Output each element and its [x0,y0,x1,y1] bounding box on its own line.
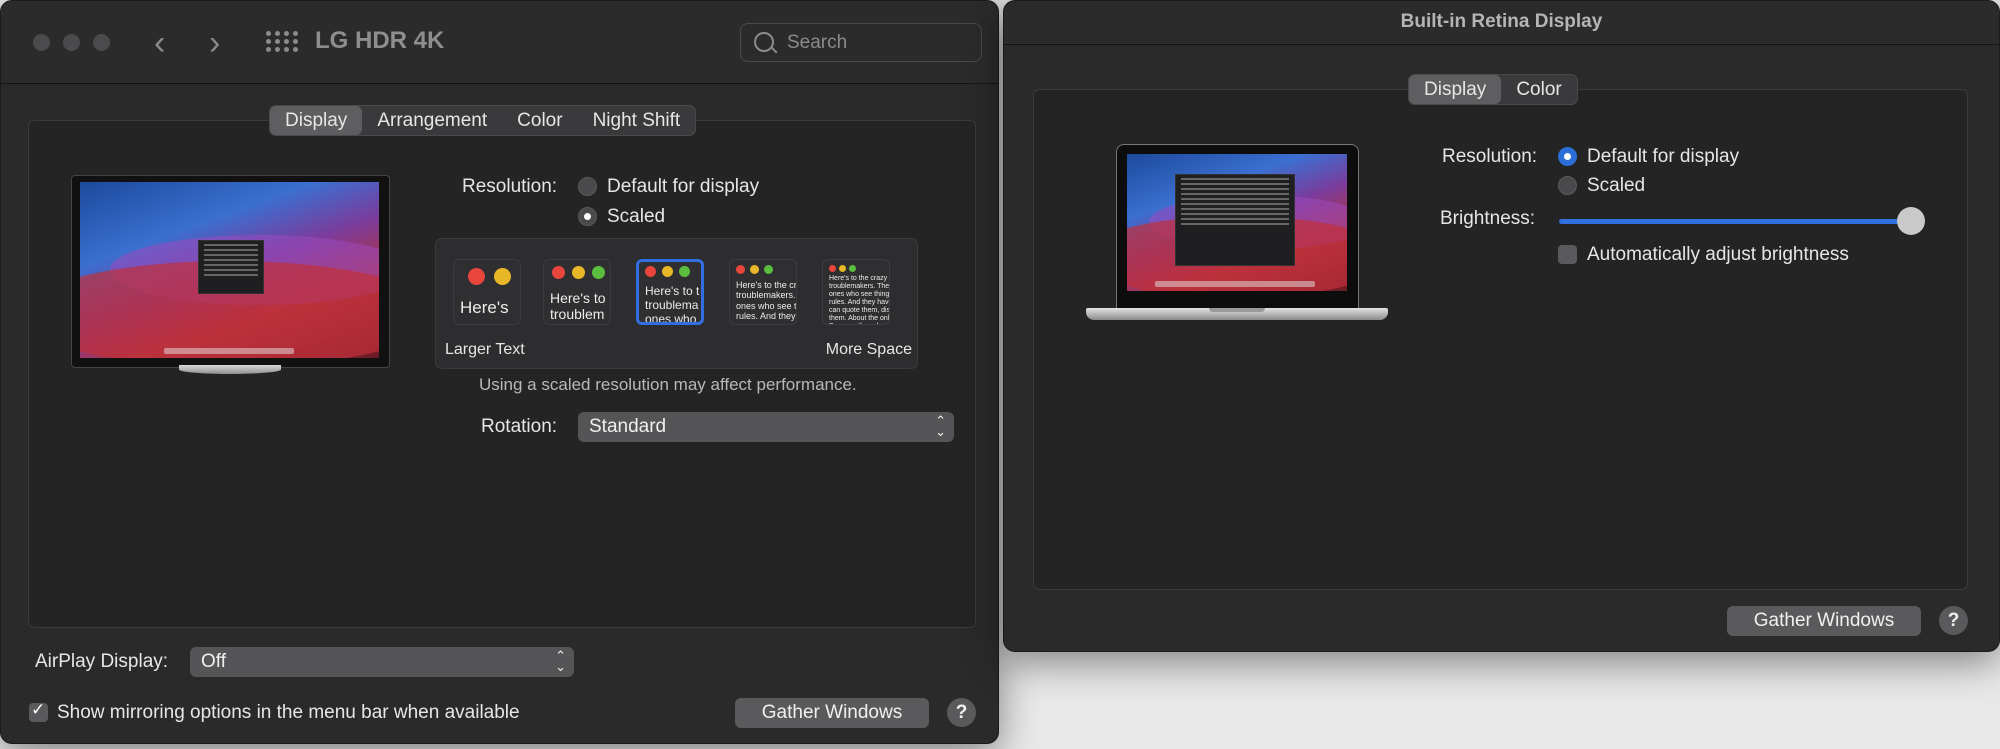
brightness-label: Brightness: [1440,208,1536,229]
radio-default-for-display[interactable] [578,177,597,196]
help-button[interactable]: ? [947,698,976,727]
window-title: Built-in Retina Display [1400,11,1603,32]
brightness-slider-knob[interactable] [1897,207,1925,235]
toolbar: ‹ › LG HDR 4K Search [1,1,998,84]
radio-scaled[interactable] [1558,176,1577,195]
radio-default-label: Default for display [1587,146,1740,167]
resolution-label: Resolution: [462,176,558,197]
back-icon[interactable]: ‹ [154,23,165,63]
lg-display-window: ‹ › LG HDR 4K Search Display Arrangement… [0,0,999,744]
airplay-value: Off [201,651,226,672]
tab-display[interactable]: Display [1409,75,1502,104]
airplay-select[interactable]: Off ⌃ ⌄ [190,647,574,677]
title-bar: Built-in Retina Display [1004,1,1999,45]
help-button[interactable]: ? [1939,606,1968,635]
scale-thumb-text: Here's to the cr troublemakers. ones who… [736,280,797,322]
resolution-label: Resolution: [1442,146,1538,167]
search-placeholder: Search [787,32,848,53]
scale-thumb-text: Here's [460,298,509,317]
tab-bar: Display Color [1408,74,1578,105]
rotation-value: Standard [589,416,667,437]
search-field[interactable]: Search [740,23,982,62]
radio-scaled[interactable] [578,207,597,226]
show-all-grid-icon[interactable] [266,31,298,53]
scale-option-1[interactable]: Here's [453,259,521,325]
scale-thumb-text: Here's to the crazy one troublemakers. T… [829,275,890,324]
close-button[interactable] [33,34,50,51]
gather-windows-button[interactable]: Gather Windows [735,698,929,728]
scale-option-2[interactable]: Here's to troublem [543,259,611,325]
builtin-display-window: Built-in Retina Display Display Color Re… [1003,0,2000,652]
radio-default-label: Default for display [607,176,760,197]
radio-scaled-label: Scaled [607,206,666,227]
tab-arrangement[interactable]: Arrangement [362,106,502,135]
tab-bar: Display Arrangement Color Night Shift [269,105,697,136]
minimize-button[interactable] [63,34,80,51]
mirroring-label: Show mirroring options in the menu bar w… [57,702,520,723]
auto-brightness-checkbox[interactable] [1558,245,1577,264]
scaled-options-box: Here's Here's to troublem Here's to t tr… [435,238,918,369]
radio-default-for-display[interactable] [1558,147,1577,166]
zoom-button[interactable] [93,34,110,51]
tab-display[interactable]: Display [270,106,363,135]
window-title: LG HDR 4K [315,27,445,54]
radio-scaled-label: Scaled [1587,175,1646,196]
scale-option-4[interactable]: Here's to the cr troublemakers. ones who… [729,259,797,325]
mirroring-checkbox[interactable] [29,700,48,722]
tab-color[interactable]: Color [502,106,577,135]
scaled-performance-note: Using a scaled resolution may affect per… [479,375,857,394]
chevron-updown-icon: ⌃ ⌄ [935,413,946,439]
rotation-label: Rotation: [481,416,558,437]
scale-thumb-text: Here's to troublem [550,290,606,323]
scale-option-5[interactable]: Here's to the crazy one troublemakers. T… [822,259,890,325]
search-icon [754,32,774,52]
rotation-select[interactable]: Standard ⌃ ⌄ [578,412,954,442]
tab-night-shift[interactable]: Night Shift [578,106,696,135]
more-space-label: More Space [825,341,912,358]
gather-windows-button[interactable]: Gather Windows [1727,606,1921,636]
scale-option-3[interactable]: Here's to t troublema ones who [636,259,704,325]
larger-text-label: Larger Text [445,341,525,358]
forward-icon[interactable]: › [209,23,220,63]
chevron-updown-icon: ⌃ ⌄ [555,648,566,674]
tab-color[interactable]: Color [1501,75,1576,104]
airplay-label: AirPlay Display: [35,651,169,672]
scale-thumb-text: Here's to t troublema ones who [645,284,700,325]
auto-brightness-label: Automatically adjust brightness [1587,244,1849,265]
